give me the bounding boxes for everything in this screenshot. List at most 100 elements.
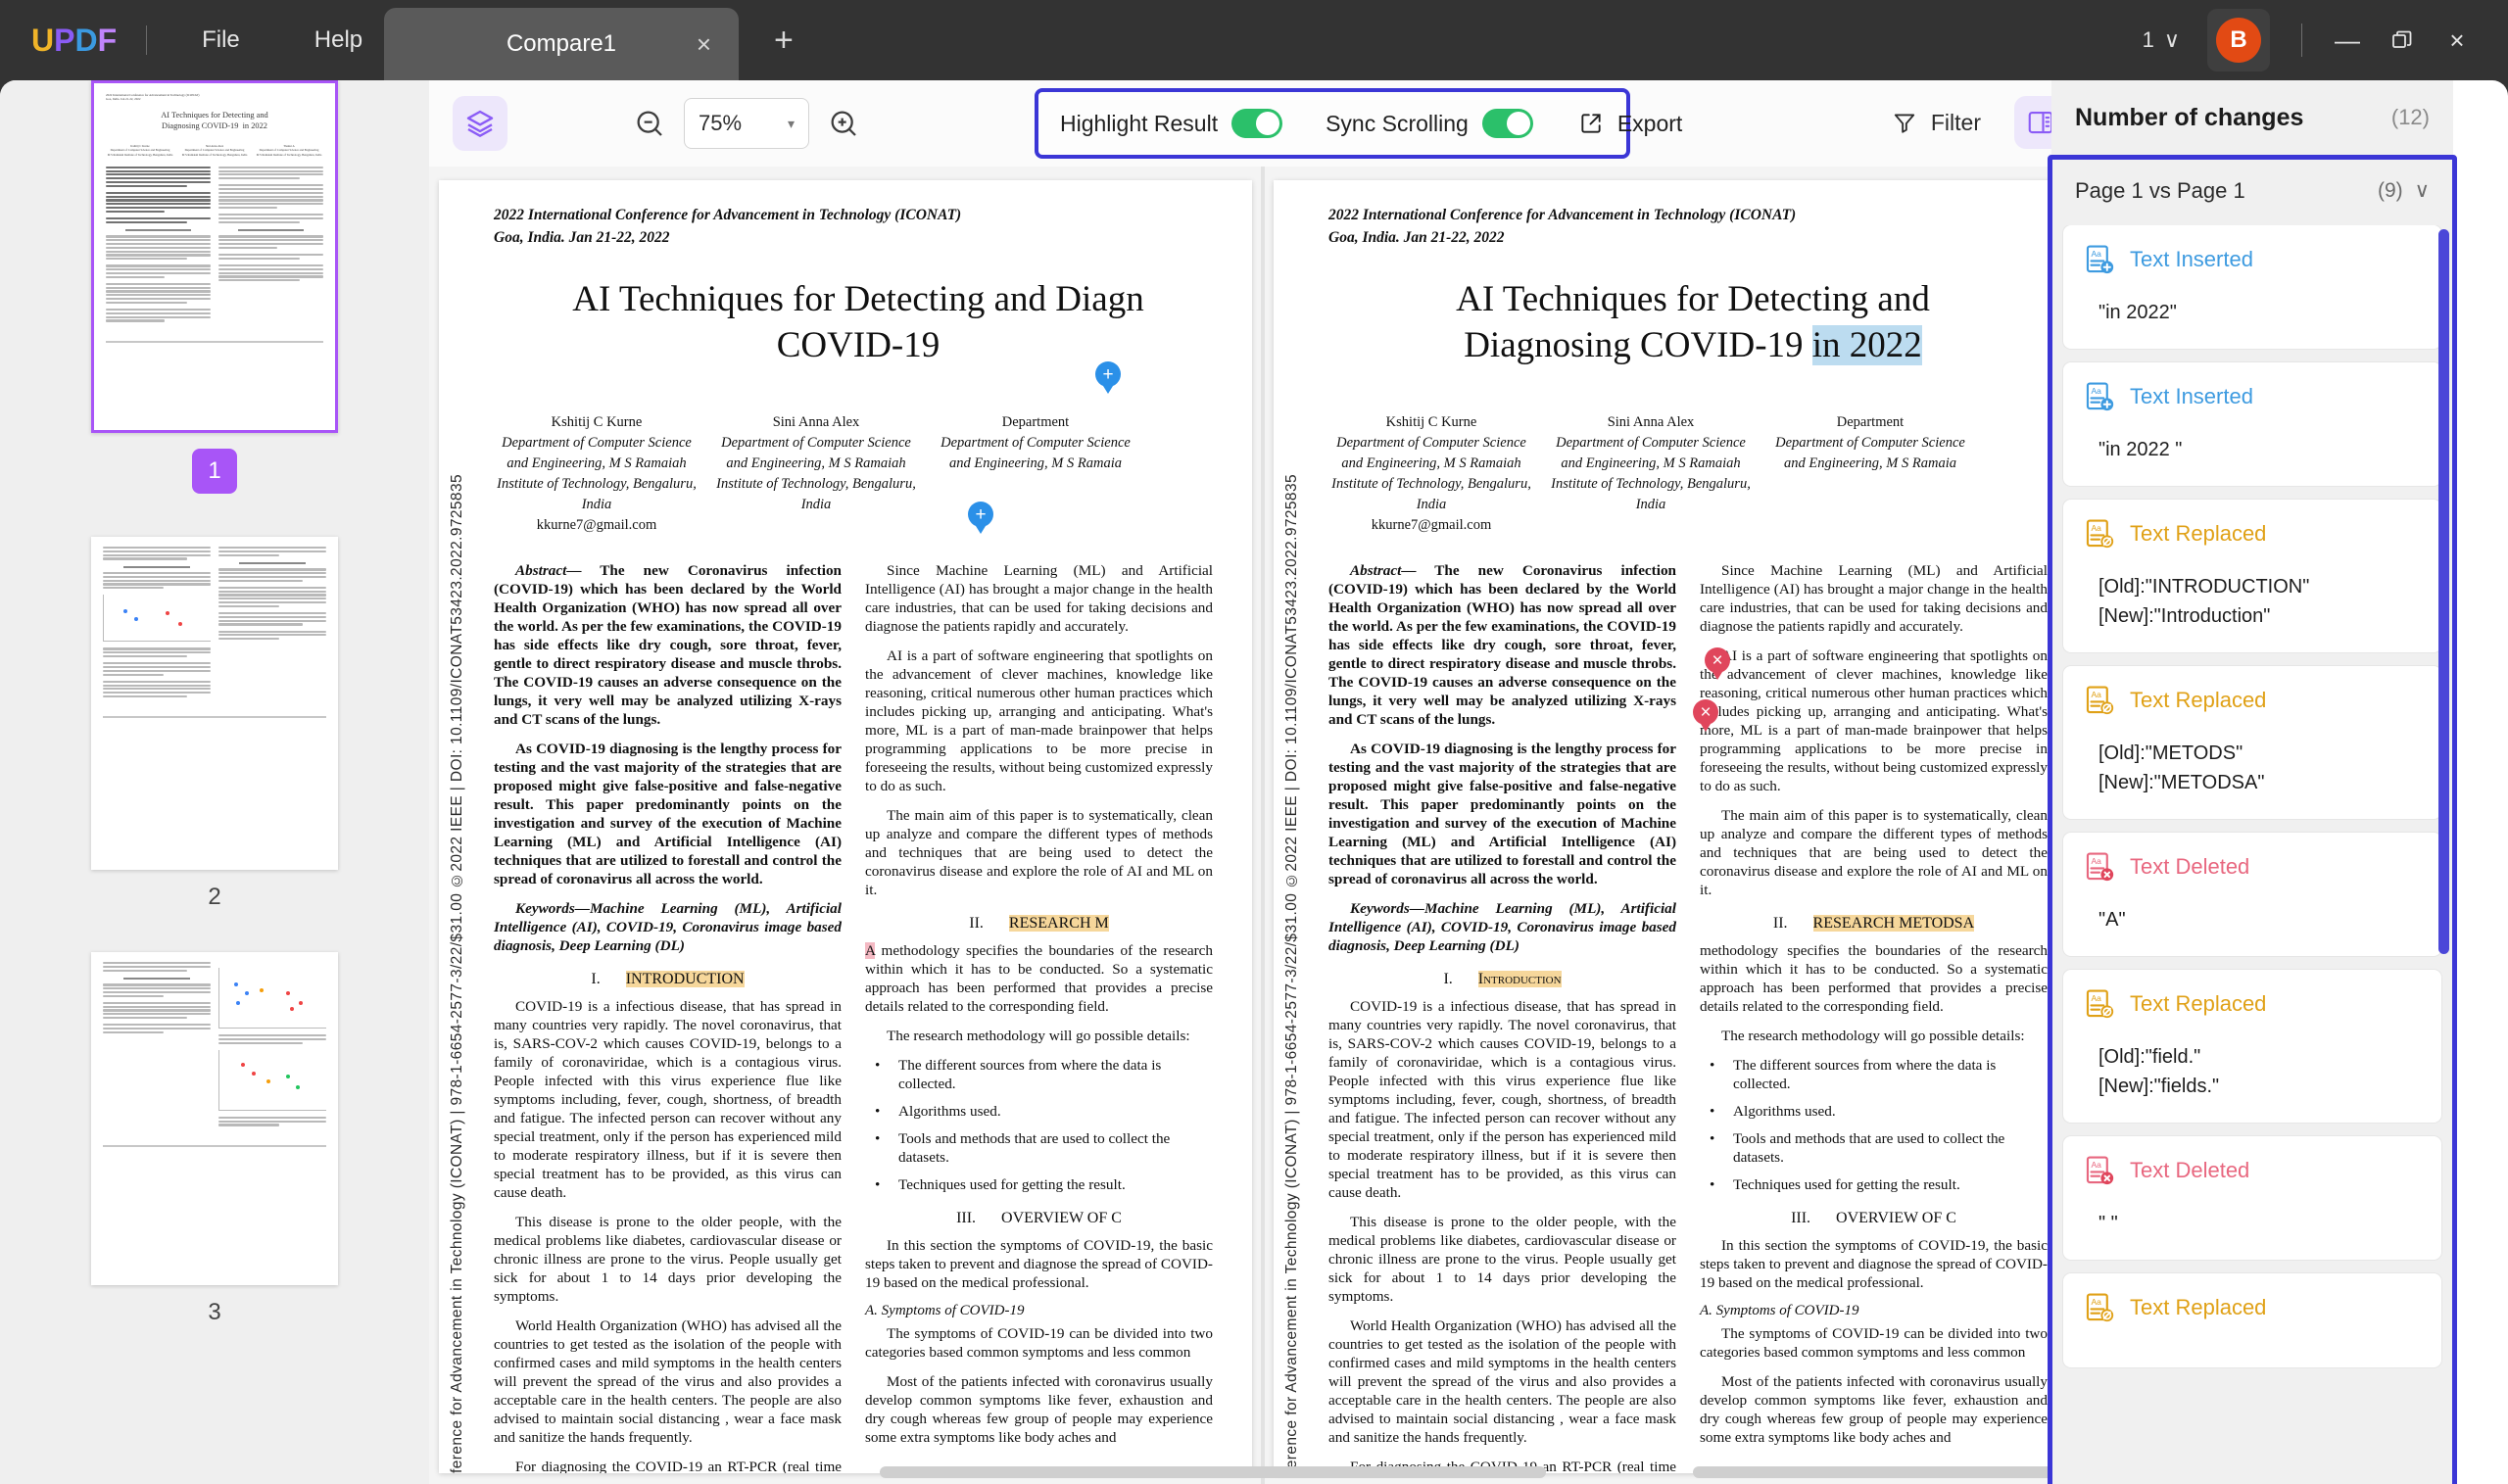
list-item: Tools and methods that are used to colle… (1700, 1129, 2048, 1167)
svg-text:Aa: Aa (2092, 690, 2102, 699)
document-pane-right[interactable]: nal Conference for Advancement in Techno… (1274, 180, 2087, 1473)
change-card[interactable]: Aa Text Deleted " " (2063, 1136, 2441, 1260)
thumbnail-item-2[interactable]: 2 (0, 537, 429, 952)
thumbnail-pane[interactable]: 2022 International Conference for Advanc… (0, 80, 429, 1484)
logo-divider (146, 25, 148, 55)
change-type-label: Text Replaced (2130, 521, 2267, 546)
section-2-heading: II. RESEARCH M (865, 914, 1213, 933)
thumbnail-page-3[interactable] (91, 952, 338, 1285)
minimize-button[interactable]: — (2320, 13, 2375, 68)
section-2-heading-right: II. RESEARCH METODSA (1700, 914, 2048, 933)
author-3-name-right: Department (1836, 413, 1905, 430)
thumbnail-item-3[interactable]: 3 (0, 952, 429, 1367)
change-card[interactable]: Aa Text Deleted "A" (2063, 833, 2441, 956)
text-inserted-icon: Aa (2083, 243, 2116, 276)
add-tab-icon[interactable]: + (774, 24, 794, 57)
changes-group-row[interactable]: Page 1 vs Page 1 (9) ∨ (2051, 155, 2453, 225)
text-replaced-icon: Aa (2083, 684, 2116, 717)
thumbnail-item-1[interactable]: 2022 International Conference for Advanc… (0, 80, 429, 537)
filter-label: Filter (1930, 109, 1981, 135)
sync-scrolling-switch[interactable] (1481, 109, 1533, 138)
svg-text:Aa: Aa (2092, 249, 2102, 259)
tab-compare1[interactable]: Compare1 × (384, 8, 739, 80)
layers-icon[interactable] (453, 96, 507, 151)
author-1-email-right: kkurne7@gmail.com (1371, 516, 1492, 533)
change-card-header: Aa Text Replaced (2083, 987, 2422, 1021)
intro-paragraph-3-right: World Health Organization (WHO) has advi… (1328, 1316, 1676, 1446)
page-selector[interactable]: 1 ∨ (2129, 27, 2194, 53)
close-icon[interactable]: × (697, 31, 711, 57)
zoom-out-icon[interactable] (633, 107, 666, 140)
section-3-paragraph-right: In this section the symptoms of COVID-19… (1700, 1236, 2048, 1291)
change-body: [Old]:"METODS" [New]:"METODSA" (2098, 742, 2265, 793)
conference-line-1-right: 2022 International Conference for Advanc… (1328, 207, 1797, 223)
change-card[interactable]: Aa Text Replaced (2063, 1273, 2441, 1367)
logo-letter-f: F (97, 22, 118, 58)
insert-marker-abstract[interactable]: + (968, 502, 993, 527)
maximize-button[interactable] (2375, 13, 2430, 68)
rcol-paragraph-4-right: methodology specifies the boundaries of … (1700, 941, 2048, 1015)
rcol-paragraph-5: The research methodology will go possibl… (887, 1027, 1190, 1044)
logo-letter-p: P (54, 22, 75, 58)
delete-marker-1[interactable]: × (1705, 647, 1730, 673)
funnel-icon (1894, 114, 1915, 133)
app-logo: U P D F (31, 23, 117, 59)
subsection-a-paragraph-2-right: Most of the patients infected with coron… (1700, 1372, 2048, 1446)
document-pane-left[interactable]: nal Conference for Advancement in Techno… (439, 180, 1252, 1473)
zoom-in-icon[interactable] (827, 107, 860, 140)
change-card[interactable]: Aa Text Replaced [Old]:"INTRODUCTION" [N… (2063, 500, 2441, 652)
chevron-down-icon[interactable]: ∨ (2415, 178, 2430, 203)
highlight-result-toggle[interactable]: Highlight Result (1038, 109, 1304, 138)
horizontal-scrollbar-right[interactable] (1693, 1466, 2065, 1478)
change-card[interactable]: Aa Text Replaced [Old]:"field." [New]:"f… (2063, 970, 2441, 1123)
mini-authors: Kshitij C Kurne Department of Computer Sc… (107, 144, 322, 157)
insert-marker-title[interactable]: + (1095, 361, 1121, 387)
delete-marker-2[interactable]: × (1693, 699, 1718, 725)
highlight-result-switch[interactable] (1231, 109, 1283, 138)
rcol-paragraph-3: The main aim of this paper is to systema… (865, 806, 1213, 898)
document-compare-area[interactable]: nal Conference for Advancement in Techno… (429, 167, 2095, 1484)
thumbnail-page-1[interactable]: 2022 International Conference for Advanc… (91, 80, 338, 433)
thumbnail-number-2: 2 (208, 884, 221, 910)
changes-group-label: Page 1 vs Page 1 (2075, 177, 2245, 203)
section-3-heading: III. OVERVIEW OF C (865, 1210, 1213, 1227)
abstract-paragraph-2: As COVID-19 diagnosing is the lengthy pr… (494, 740, 842, 887)
change-card-header: Aa Text Replaced (2083, 684, 2422, 717)
menu-help[interactable]: Help (295, 26, 382, 54)
sync-scrolling-toggle[interactable]: Sync Scrolling (1304, 109, 1555, 138)
author-3-affil-right: Department of Computer Science and Engin… (1775, 434, 1965, 471)
rcol-paragraph-2: AI is a part of software engineering tha… (865, 646, 1213, 794)
svg-text:Aa: Aa (2092, 1297, 2102, 1307)
thumbnail-page-2[interactable] (91, 537, 338, 870)
close-window-button[interactable]: × (2430, 13, 2484, 68)
compare-options-group: Highlight Result Sync Scrolling Export (1035, 88, 1682, 159)
changes-scrollbar[interactable] (2438, 229, 2449, 954)
window-controls: 1 ∨ B — × (2129, 0, 2508, 80)
avatar-button[interactable]: B (2207, 9, 2270, 72)
svg-text:Aa: Aa (2092, 523, 2102, 533)
authors-row-right: Kshitij C Kurne Department of Computer S… (1328, 412, 2087, 536)
zoom-level-select[interactable]: 75% ▾ (684, 98, 809, 149)
filter-button[interactable]: Filter (1884, 110, 1989, 136)
horizontal-scrollbar-left[interactable] (880, 1466, 1546, 1478)
text-replaced-icon: Aa (2083, 517, 2116, 551)
change-type-label: Text Replaced (2130, 1295, 2267, 1319)
change-card[interactable]: Aa Text Replaced [Old]:"METODS" [New]:"M… (2063, 666, 2441, 819)
author-2-right: Sini Anna Alex Department of Computer Sc… (1548, 412, 1754, 536)
change-card[interactable]: Aa Text Inserted "in 2022 " (2063, 362, 2441, 486)
column-left-right-doc: Abstract— The new Coronavirus infection … (1328, 561, 1676, 1473)
export-button[interactable]: Export (1555, 111, 1706, 137)
change-card[interactable]: Aa Text Inserted "in 2022" (2063, 225, 2441, 349)
paper-columns-right: Abstract— The new Coronavirus infection … (1328, 561, 2087, 1473)
list-item: The different sources from where the dat… (1700, 1056, 2048, 1093)
app-shell: 2022 International Conference for Advanc… (0, 80, 2508, 1484)
thumbnail-number-3: 3 (208, 1299, 221, 1325)
logo-letter-u: U (31, 22, 55, 58)
menu-file[interactable]: File (182, 26, 260, 54)
changes-list[interactable]: Aa Text Inserted "in 2022" Aa Text Inser… (2051, 225, 2453, 1484)
text-deleted-icon: Aa (2083, 850, 2116, 884)
thumbnail-number-1: 1 (192, 449, 237, 494)
intro-paragraph-1-right: COVID-19 is a infectious disease, that h… (1328, 997, 1676, 1201)
rcol-paragraph-5-right: The research methodology will go possibl… (1721, 1027, 2025, 1044)
change-type-label: Text Deleted (2130, 854, 2250, 879)
